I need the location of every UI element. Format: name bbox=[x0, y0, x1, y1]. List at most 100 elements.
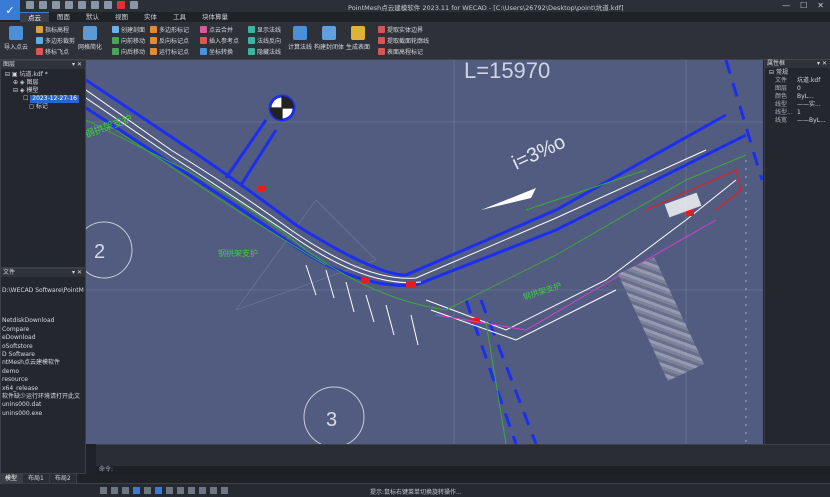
close-file-icon[interactable] bbox=[117, 1, 125, 9]
minimize-button[interactable]: — bbox=[782, 1, 790, 10]
file-item[interactable]: x64_release bbox=[1, 385, 85, 393]
extract-solid-button[interactable]: 提取实体边界 bbox=[378, 25, 423, 34]
file-item[interactable]: eDownload bbox=[1, 334, 85, 342]
settings-icon[interactable] bbox=[104, 1, 112, 9]
prop-row-layer[interactable]: 图层 0 bbox=[765, 85, 830, 93]
command-input[interactable]: 命令: bbox=[96, 466, 830, 474]
layer-panel: 图层 ▾ ✕ ⊟ ▣ 坑道.kdf * ⊕ ◈ 图层 ⊟ ◈ 模型 ☐ 2023-… bbox=[0, 60, 86, 268]
calc-normal-icon bbox=[293, 26, 307, 40]
open-folder-icon[interactable] bbox=[39, 1, 47, 9]
prop-row-linescale[interactable]: 线型... 1 bbox=[765, 109, 830, 117]
gen-surface-button[interactable]: 生成表面 bbox=[346, 26, 370, 51]
drawing-canvas[interactable]: L=15970 i=3%o 2 3 钢拱架支护 钢拱架支护 钢拱架支护 bbox=[86, 60, 763, 444]
file-item[interactable]: oSoftstore bbox=[1, 343, 85, 351]
reverse-mark-button[interactable]: 反向标记点 bbox=[150, 36, 189, 45]
pin-icon[interactable]: ▾ ✕ bbox=[817, 60, 827, 68]
tab-layout1[interactable]: 布局1 bbox=[23, 474, 50, 483]
polygon-cut-icon bbox=[36, 37, 43, 44]
file-item[interactable]: NetdiskDownload bbox=[1, 317, 85, 325]
insert-ref-button[interactable]: 插入参考点 bbox=[200, 36, 239, 45]
tree-selected-cloud[interactable]: ☐ 2023-12-27-16 bbox=[5, 95, 85, 103]
tree-model[interactable]: ⊟ ◈ 模型 bbox=[5, 87, 85, 95]
menu-pointcloud[interactable]: 点云 bbox=[20, 12, 49, 22]
road-edge-top bbox=[86, 78, 727, 277]
snap-icon[interactable] bbox=[100, 487, 107, 494]
menu-drawing[interactable]: 图面 bbox=[49, 12, 78, 22]
osnap-icon[interactable] bbox=[144, 487, 151, 494]
redo-icon[interactable] bbox=[91, 1, 99, 9]
title-bar: ✓ PointMesh点云建模软件 2023.11 for WECAD - [C… bbox=[0, 0, 830, 20]
grid-simplify-button[interactable]: 网格简化 bbox=[78, 26, 102, 51]
hide-normal-button[interactable]: 隐藏法线 bbox=[248, 47, 281, 56]
pin-icon[interactable]: ▾ ✕ bbox=[72, 269, 82, 277]
menu-default[interactable]: 默认 bbox=[78, 12, 107, 22]
tree-mark[interactable]: ◻ 标记 bbox=[5, 103, 85, 111]
file-item[interactable]: ntMesh点云建模软件 bbox=[1, 359, 85, 367]
polar-icon[interactable] bbox=[133, 487, 140, 494]
isolate-icon[interactable] bbox=[221, 487, 228, 494]
app-logo-icon[interactable]: ✓ bbox=[0, 0, 20, 20]
print-icon[interactable] bbox=[65, 1, 73, 9]
ortho-icon[interactable] bbox=[122, 487, 129, 494]
normal-reverse-icon bbox=[248, 37, 255, 44]
help-icon[interactable] bbox=[130, 1, 138, 9]
assign-elev-button[interactable]: 指标高程 bbox=[36, 25, 69, 34]
coord-convert-button[interactable]: 坐标转换 bbox=[200, 47, 233, 56]
show-normal-button[interactable]: 显示法线 bbox=[248, 25, 281, 34]
close-button[interactable]: ✕ bbox=[817, 1, 824, 10]
build-surface-button[interactable]: 构建封闭体 bbox=[314, 26, 344, 51]
red-mark bbox=[361, 278, 370, 283]
prop-row-color[interactable]: 颜色 ByL... bbox=[765, 93, 830, 101]
save-icon[interactable] bbox=[52, 1, 60, 9]
menu-volume[interactable]: 块体算量 bbox=[194, 12, 236, 22]
run-mark-button[interactable]: 运行标记点 bbox=[150, 47, 189, 56]
pin-icon[interactable]: ▾ ✕ bbox=[72, 61, 82, 69]
lineweight-icon[interactable] bbox=[166, 487, 173, 494]
support-label: 钢拱架支护 bbox=[86, 112, 134, 141]
extract-section-button[interactable]: 提取截面轮廓线 bbox=[378, 36, 429, 45]
calc-normal-button[interactable]: 计算法线 bbox=[288, 26, 312, 51]
length-label: L=15970 bbox=[464, 60, 550, 83]
properties-section[interactable]: ⊟ 常规 bbox=[765, 68, 830, 77]
multi-cut-button[interactable]: 多边形裁剪 bbox=[36, 36, 75, 45]
file-item[interactable]: Compare bbox=[1, 326, 85, 334]
maximize-button[interactable]: ☐ bbox=[800, 1, 807, 10]
file-item[interactable]: demo bbox=[1, 368, 85, 376]
status-tip: 提示:鼠标右键菜单切换旋转操作... bbox=[370, 489, 462, 496]
move-backward-button[interactable]: 向后移动 bbox=[112, 47, 145, 56]
import-pointcloud-button[interactable]: 导入点云 bbox=[4, 26, 28, 51]
menu-tools[interactable]: 工具 bbox=[165, 12, 194, 22]
prop-row-file[interactable]: 文件 坑道.kdf bbox=[765, 77, 830, 85]
annotation-icon[interactable] bbox=[199, 487, 206, 494]
otrack-icon[interactable] bbox=[155, 487, 162, 494]
move-forward-button[interactable]: 向前移动 bbox=[112, 36, 145, 45]
new-file-icon[interactable] bbox=[26, 1, 34, 9]
cad-drawing[interactable]: L=15970 i=3%o 2 3 钢拱架支护 钢拱架支护 钢拱架支护 bbox=[86, 60, 763, 444]
transparency-icon[interactable] bbox=[177, 487, 184, 494]
prop-row-lineweight[interactable]: 线宽 ——ByL... bbox=[765, 117, 830, 125]
file-path[interactable]: D:\WECAD Software\PointM bbox=[1, 287, 85, 295]
file-item[interactable]: unins000.exe bbox=[1, 410, 85, 418]
create-section-button[interactable]: 创建剖面 bbox=[112, 25, 145, 34]
menu-solid[interactable]: 实体 bbox=[136, 12, 165, 22]
surface-mark-button[interactable]: 表面高程标记 bbox=[378, 47, 423, 56]
tab-model[interactable]: 模型 bbox=[0, 474, 24, 483]
selection-icon[interactable] bbox=[188, 487, 195, 494]
file-item[interactable]: resource bbox=[1, 376, 85, 384]
tab-layout2[interactable]: 布局2 bbox=[49, 474, 77, 483]
tree-file[interactable]: ⊟ ▣ 坑道.kdf * bbox=[5, 71, 85, 79]
grid-icon[interactable] bbox=[111, 487, 118, 494]
support-label: 钢拱架支护 bbox=[218, 248, 258, 258]
normal-reverse-button[interactable]: 法线反向 bbox=[248, 36, 281, 45]
mark-fly-button[interactable]: 移标飞点 bbox=[36, 47, 69, 56]
workspace-icon[interactable] bbox=[210, 487, 217, 494]
undo-icon[interactable] bbox=[78, 1, 86, 9]
prop-row-linetype[interactable]: 线型 ——实... bbox=[765, 101, 830, 109]
file-item[interactable]: unins000.dat bbox=[1, 401, 85, 409]
cloud-merge-button[interactable]: 点云合并 bbox=[200, 25, 233, 34]
red-mark bbox=[258, 186, 266, 191]
file-item[interactable]: 软件缺少运行环境请打开此文 bbox=[1, 393, 85, 401]
tree-layer[interactable]: ⊕ ◈ 图层 bbox=[5, 79, 85, 87]
poly-mark-button[interactable]: 多边形标记 bbox=[150, 25, 189, 34]
menu-view[interactable]: 视图 bbox=[107, 12, 136, 22]
